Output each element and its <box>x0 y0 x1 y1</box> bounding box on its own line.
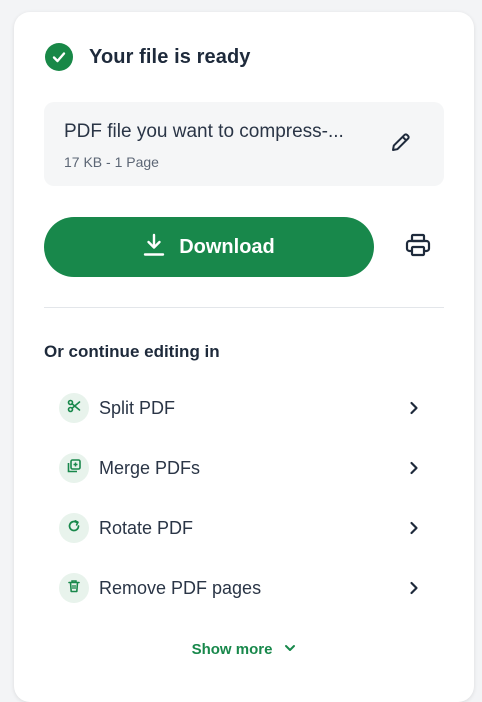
tool-label: Remove PDF pages <box>99 577 262 598</box>
tool-item-remove-pdf-pages[interactable]: Remove PDF pages <box>44 558 444 618</box>
tool-item-split-pdf[interactable]: Split PDF <box>44 378 444 438</box>
tool-list: Split PDF Merge PDFs Rotate PDF Remove P… <box>44 378 444 618</box>
ready-title: Your file is ready <box>89 45 251 68</box>
download-label: Download <box>179 235 275 258</box>
scissors-icon <box>67 399 81 418</box>
tool-label: Split PDF <box>99 397 176 418</box>
print-button[interactable] <box>404 233 432 261</box>
chevron-down-icon <box>284 640 296 658</box>
chevron-right-icon <box>406 460 422 476</box>
divider <box>44 307 444 308</box>
show-more-label: Show more <box>191 640 273 658</box>
result-card: Your file is ready PDF file you want to … <box>14 12 474 702</box>
continue-section-title: Or continue editing in <box>44 342 220 361</box>
rotate-icon <box>67 519 81 538</box>
download-icon <box>143 233 165 262</box>
ready-header: Your file is ready <box>45 43 251 71</box>
file-meta: 17 KB - 1 Page <box>64 154 159 170</box>
file-name: PDF file you want to compress-... <box>64 121 344 142</box>
rename-button[interactable] <box>388 131 414 157</box>
check-circle-icon <box>45 43 73 71</box>
download-button[interactable]: Download <box>44 217 374 277</box>
chevron-right-icon <box>406 520 422 536</box>
tool-label: Merge PDFs <box>99 457 201 478</box>
printer-icon <box>405 233 431 262</box>
tool-item-merge-pdfs[interactable]: Merge PDFs <box>44 438 444 498</box>
show-more-button[interactable]: Show more <box>14 640 474 658</box>
file-info-box: PDF file you want to compress-... 17 KB … <box>44 102 444 186</box>
tool-item-rotate-pdf[interactable]: Rotate PDF <box>44 498 444 558</box>
merge-icon <box>67 458 81 478</box>
chevron-right-icon <box>406 400 422 416</box>
chevron-right-icon <box>406 580 422 596</box>
trash-icon <box>67 579 81 598</box>
pencil-icon <box>389 130 413 159</box>
tool-label: Rotate PDF <box>99 517 194 538</box>
